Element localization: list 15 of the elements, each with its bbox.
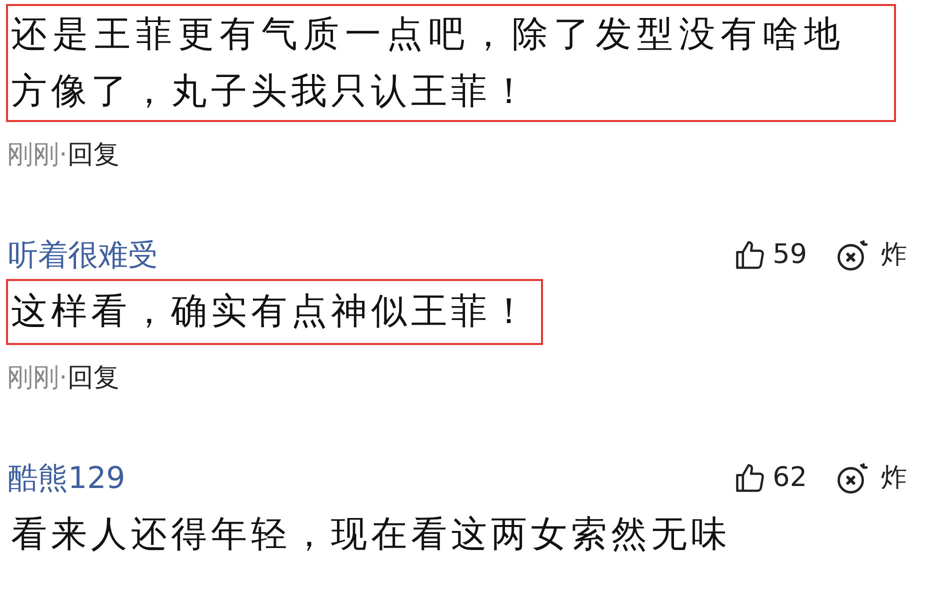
username[interactable]: 酷熊129 [8, 456, 733, 500]
separator-dot: · [59, 362, 68, 395]
bomb-label[interactable]: 炸 [881, 458, 907, 498]
timestamp: 刚刚 [7, 139, 59, 172]
bomb-label[interactable]: 炸 [881, 236, 907, 274]
comment-text: 看来人还得年轻，现在看这两女索然无味 [10, 513, 732, 557]
separator-dot: · [59, 139, 68, 172]
reply-link[interactable]: 回复 [67, 136, 120, 175]
highlighted-comment-text: 这样看，确实有点神似王菲！ [6, 279, 543, 345]
username[interactable]: 听着很难受 [8, 232, 733, 278]
like-count: 62 [772, 460, 807, 495]
like-count: 59 [772, 238, 807, 272]
reply-link[interactable]: 回复 [67, 359, 120, 398]
highlighted-comment-text: 还是王菲更有气质一点吧，除了发型没有啥地方像了，丸子头我只认王菲！ [6, 4, 896, 122]
timestamp: 刚刚 [7, 362, 59, 395]
